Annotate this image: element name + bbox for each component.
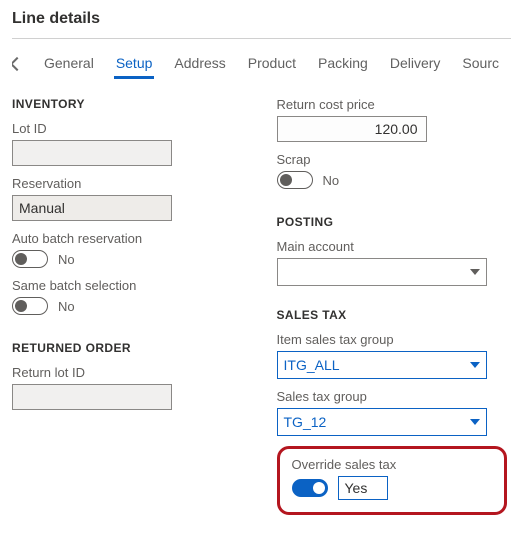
reservation-value[interactable]: Manual [12,195,172,221]
tab-general[interactable]: General [42,49,96,79]
chevron-down-icon [470,362,480,368]
scrap-toggle[interactable] [277,171,313,189]
return-lot-label: Return lot ID [12,365,247,380]
sales-tax-group-value: TG_12 [284,414,327,430]
override-label: Override sales tax [292,457,488,472]
same-batch-label: Same batch selection [12,278,247,293]
right-column: Return cost price 120.00 Scrap No POSTIN… [277,97,512,515]
sales-tax-group-label: Sales tax group [277,389,512,404]
tab-bar: General Setup Address Product Packing De… [12,45,511,79]
override-toggle[interactable] [292,479,328,497]
reservation-label: Reservation [12,176,247,191]
tab-product[interactable]: Product [246,49,298,79]
return-lot-input[interactable] [12,384,172,410]
tab-address[interactable]: Address [172,49,227,79]
same-batch-toggle[interactable] [12,297,48,315]
main-account-select[interactable] [277,258,487,286]
section-inventory: INVENTORY [12,97,247,111]
scrap-label: Scrap [277,152,512,167]
auto-batch-value: No [58,252,75,267]
item-tax-group-label: Item sales tax group [277,332,512,347]
tab-source[interactable]: Sourc [460,49,501,79]
main-account-label: Main account [277,239,512,254]
tab-setup[interactable]: Setup [114,49,155,79]
item-tax-group-value: ITG_ALL [284,357,340,373]
tab-delivery[interactable]: Delivery [388,49,443,79]
page-title: Line details [12,6,511,38]
override-value[interactable]: Yes [338,476,388,500]
tab-packing[interactable]: Packing [316,49,370,79]
chevron-down-icon [470,419,480,425]
return-cost-value[interactable]: 120.00 [277,116,427,142]
auto-batch-toggle[interactable] [12,250,48,268]
auto-batch-label: Auto batch reservation [12,231,247,246]
scrap-value: No [323,173,340,188]
chevron-left-icon[interactable] [12,57,24,71]
chevron-down-icon [470,269,480,275]
section-returned-order: RETURNED ORDER [12,341,247,355]
left-column: INVENTORY Lot ID Reservation Manual Auto… [12,97,247,515]
section-sales-tax: SALES TAX [277,308,512,322]
sales-tax-group-select[interactable]: TG_12 [277,408,487,436]
item-tax-group-select[interactable]: ITG_ALL [277,351,487,379]
return-cost-label: Return cost price [277,97,512,112]
override-callout: Override sales tax Yes [277,446,507,515]
lot-id-label: Lot ID [12,121,247,136]
section-posting: POSTING [277,215,512,229]
lot-id-input[interactable] [12,140,172,166]
same-batch-value: No [58,299,75,314]
divider [12,38,511,39]
